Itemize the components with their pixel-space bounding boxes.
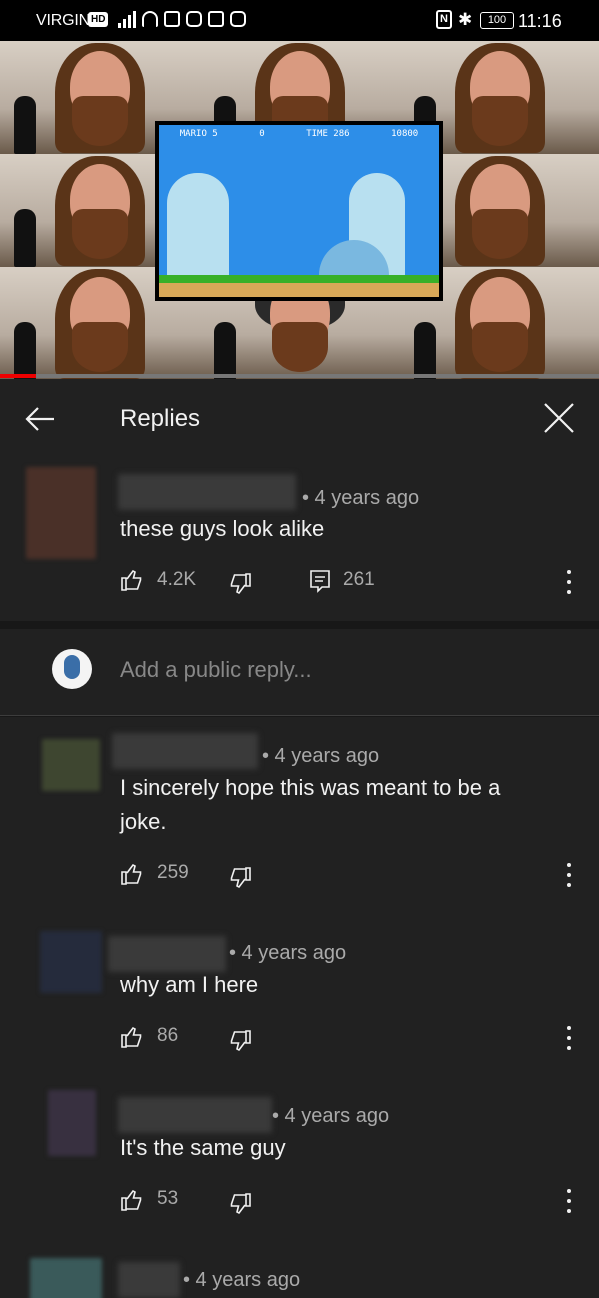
comment-timestamp: • 4 years ago [183,1269,301,1291]
like-count: 4.2K [157,569,197,590]
youtube-icon [186,11,202,27]
play-icon [230,11,246,27]
video-player[interactable]: MARIO 5 0 TIME 286 10800 [0,41,599,379]
status-bar: VIRGIN HD N ✱ 100 11:16 [0,0,599,41]
like-count: 259 [157,862,189,883]
dislike-icon[interactable] [228,1029,252,1053]
author-name[interactable] [108,936,226,972]
like-icon[interactable] [120,568,144,592]
game-hud-score: 10800 [391,129,419,139]
more-options-icon[interactable] [566,570,572,594]
comment-text: It's the same guy [120,1135,286,1160]
like-count: 86 [157,1025,179,1046]
comment-timestamp: • 4 years ago [272,1105,390,1127]
reply-input-bar[interactable]: Add a public reply... [0,629,599,716]
hd-badge: HD [88,12,109,27]
more-options-icon[interactable] [566,1189,572,1213]
close-icon[interactable] [540,399,578,437]
replies-header: Replies [0,379,599,459]
like-icon[interactable] [120,1188,144,1212]
reply-icon[interactable] [308,569,332,593]
author-name[interactable] [118,474,296,510]
game-hud-time: TIME 286 [306,129,350,139]
game-hud-mario: MARIO 5 [179,129,218,139]
dislike-icon[interactable] [228,1192,252,1216]
more-options-icon[interactable] [566,1026,572,1050]
author-name[interactable] [118,1262,180,1298]
gmail-icon [208,11,224,27]
like-count: 53 [157,1188,179,1209]
video-progress-fill [0,374,36,378]
game-screen: MARIO 5 0 TIME 286 10800 [155,121,443,301]
back-arrow-icon[interactable] [22,401,58,437]
reply-count: 261 [343,569,375,590]
like-icon[interactable] [120,1025,144,1049]
avatar[interactable] [40,931,102,993]
battery-level: 100 [480,12,514,29]
comment-text: these guys look alike [120,516,325,541]
signal-icon [118,10,136,28]
replies-list: • 4 years ago I sincerely hope this was … [0,717,599,1298]
like-icon[interactable] [120,862,144,886]
video-progress-bar[interactable] [0,374,599,378]
screen-icon [164,11,180,27]
comment-timestamp: • 4 years ago [302,487,420,509]
avatar[interactable] [48,1090,96,1156]
comment-timestamp: • 4 years ago [229,942,347,964]
author-name[interactable] [118,1097,272,1133]
author-name[interactable] [112,733,258,769]
user-avatar [52,649,92,689]
page-title: Replies [120,405,201,432]
avatar[interactable] [42,739,100,791]
parent-comment: • 4 years ago these guys look alike 4.2K… [0,459,599,621]
dislike-icon[interactable] [228,866,252,890]
wifi-icon [142,11,158,27]
more-options-icon[interactable] [566,863,572,887]
comment-text: why am I here [120,972,259,997]
carrier-name: VIRGIN [36,12,90,29]
bluetooth-icon: ✱ [458,10,473,29]
avatar[interactable] [30,1258,102,1298]
reply-input[interactable]: Add a public reply... [120,657,312,683]
divider [0,621,599,629]
avatar[interactable] [26,467,96,559]
clock: 11:16 [518,11,562,31]
notification-icons [142,11,246,27]
comment-timestamp: • 4 years ago [262,745,380,767]
dislike-icon[interactable] [228,572,252,596]
comment-text: I sincerely hope this was meant to be a … [120,775,501,834]
nfc-icon: N [436,10,452,29]
game-hud-coins: 0 [259,129,265,139]
